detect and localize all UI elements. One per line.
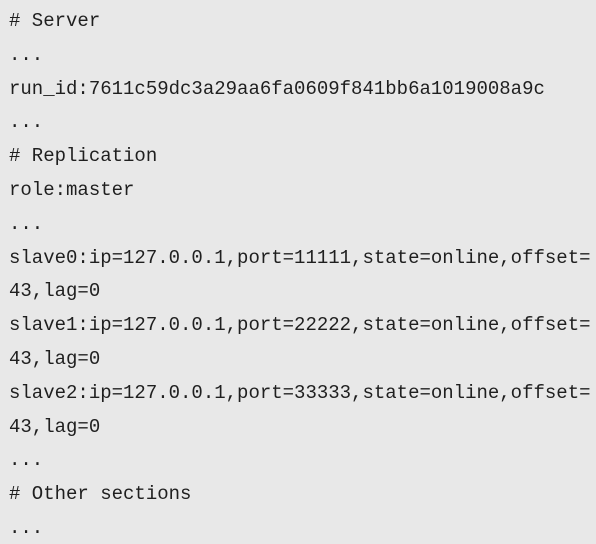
role-line: role:master bbox=[9, 178, 135, 201]
ellipsis-line: ... bbox=[9, 43, 44, 66]
slave2-line: slave2:ip=127.0.0.1,port=33333,state=onl… bbox=[9, 381, 591, 404]
section-header-replication: # Replication bbox=[9, 145, 158, 168]
run-id-line: run_id:7611c59dc3a29aa6fa0609f841bb6a101… bbox=[9, 77, 545, 100]
section-header-server: # Server bbox=[9, 10, 101, 32]
info-output-panel: # Server ... run_id:7611c59dc3a29aa6fa06… bbox=[0, 0, 596, 544]
slave0-line: slave0:ip=127.0.0.1,port=11111,state=onl… bbox=[9, 246, 591, 269]
section-header-other: # Other sections bbox=[9, 483, 192, 506]
slave1-line-continued: 43,lag=0 bbox=[9, 347, 101, 370]
ellipsis-line: ... bbox=[9, 449, 44, 472]
slave0-line-continued: 43,lag=0 bbox=[9, 280, 101, 303]
slave1-line: slave1:ip=127.0.0.1,port=22222,state=onl… bbox=[9, 314, 591, 337]
ellipsis-line: ... bbox=[9, 516, 44, 539]
ellipsis-line: ... bbox=[9, 111, 44, 134]
slave2-line-continued: 43,lag=0 bbox=[9, 415, 101, 438]
ellipsis-line: ... bbox=[9, 212, 44, 235]
